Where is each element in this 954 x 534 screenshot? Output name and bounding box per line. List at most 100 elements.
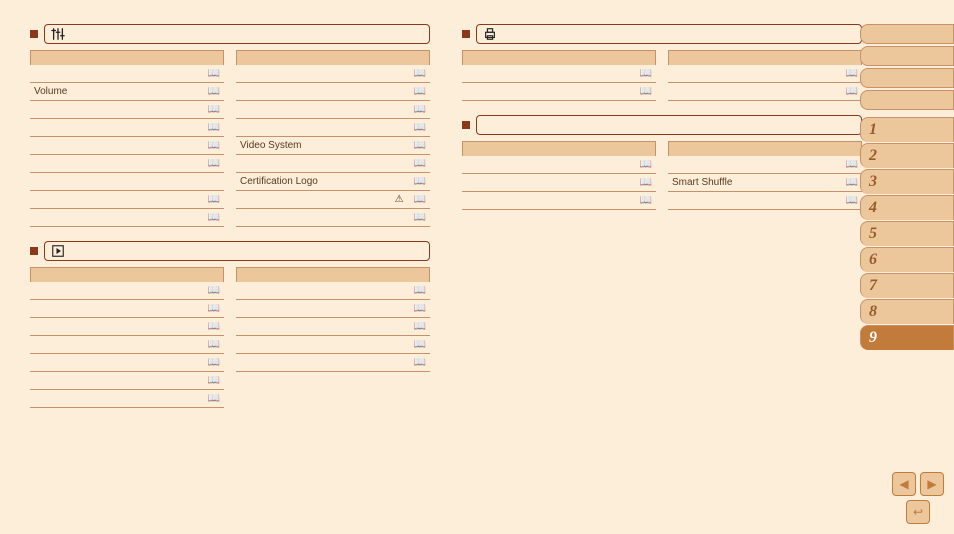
table-row[interactable]: 📖 <box>668 65 862 83</box>
section-tab-print[interactable] <box>476 24 862 44</box>
table-row[interactable]: 📖 <box>30 318 224 336</box>
book-icon: 📖 <box>846 159 858 170</box>
section-other: 📖 📖 📖 📖 Smart Shuffle📖 📖 <box>462 115 862 210</box>
book-icon: 📖 <box>208 357 220 368</box>
book-icon: 📖 <box>208 86 220 97</box>
section-settings: 📖 Volume📖 📖 📖 📖 📖 📖 📖 📖 📖 📖 📖 <box>30 24 430 227</box>
table-row[interactable] <box>30 173 224 191</box>
table-row[interactable]: 📖 <box>462 174 656 192</box>
sidebar-tab-9[interactable]: 9 <box>860 325 954 350</box>
table-row[interactable]: 📖 <box>236 354 430 372</box>
book-icon: 📖 <box>414 104 426 115</box>
prev-page-button[interactable]: ◀ <box>892 472 916 496</box>
book-icon: 📖 <box>414 122 426 133</box>
warn-icon: ⚠ <box>395 194 404 205</box>
book-icon: 📖 <box>208 68 220 79</box>
book-icon: 📖 <box>208 285 220 296</box>
table-row[interactable]: ⚠📖 <box>236 191 430 209</box>
sidebar-tab-2[interactable]: 2 <box>860 143 954 168</box>
table-row[interactable]: 📖 <box>30 209 224 227</box>
table-row[interactable]: 📖 <box>236 318 430 336</box>
book-icon: 📖 <box>208 339 220 350</box>
table-row[interactable]: 📖 <box>236 155 430 173</box>
table-row[interactable]: 📖 <box>30 101 224 119</box>
book-icon: 📖 <box>414 357 426 368</box>
book-icon: 📖 <box>640 177 652 188</box>
sidebar-block[interactable] <box>860 46 954 66</box>
sidebar-tab-8[interactable]: 8 <box>860 299 954 324</box>
sidebar-tab-5[interactable]: 5 <box>860 221 954 246</box>
table-row[interactable]: 📖 <box>30 191 224 209</box>
book-icon: 📖 <box>208 393 220 404</box>
book-icon: 📖 <box>846 177 858 188</box>
table-row[interactable]: 📖 <box>30 300 224 318</box>
col-header <box>236 267 430 282</box>
print-col-left: 📖 📖 <box>462 50 656 101</box>
table-row[interactable]: 📖 <box>30 390 224 408</box>
table-row[interactable]: 📖 <box>236 209 430 227</box>
table-row[interactable]: 📖 <box>30 119 224 137</box>
table-row[interactable]: 📖 <box>30 372 224 390</box>
table-row[interactable]: 📖 <box>668 192 862 210</box>
table-row[interactable]: 📖 <box>668 83 862 101</box>
tools-icon <box>51 27 65 41</box>
section-header-print <box>462 24 862 44</box>
table-row[interactable]: 📖 <box>462 156 656 174</box>
table-row[interactable]: 📖 <box>236 101 430 119</box>
table-row[interactable]: 📖 <box>236 65 430 83</box>
tab-notch <box>462 121 470 129</box>
return-button[interactable]: ↩ <box>906 500 930 524</box>
table-row[interactable]: 📖 <box>236 282 430 300</box>
book-icon: 📖 <box>208 212 220 223</box>
section-tab-settings[interactable] <box>44 24 430 44</box>
table-row[interactable]: Smart Shuffle📖 <box>668 174 862 192</box>
sidebar-tab-4[interactable]: 4 <box>860 195 954 220</box>
book-icon: 📖 <box>208 122 220 133</box>
section-playback: 📖 📖 📖 📖 📖 📖 📖 📖 📖 📖 📖 📖 <box>30 241 430 408</box>
table-row[interactable]: 📖 <box>30 354 224 372</box>
sidebar-tab-6[interactable]: 6 <box>860 247 954 272</box>
sidebar-tab-1[interactable]: 1 <box>860 117 954 142</box>
table-row[interactable]: 📖 <box>30 336 224 354</box>
table-row[interactable]: 📖 <box>30 282 224 300</box>
sidebar-block[interactable] <box>860 90 954 110</box>
col-header <box>236 50 430 65</box>
sidebar-tab-3[interactable]: 3 <box>860 169 954 194</box>
tab-notch <box>462 30 470 38</box>
table-row[interactable]: 📖 <box>668 156 862 174</box>
section-tab-other[interactable] <box>476 115 862 135</box>
book-icon: 📖 <box>208 104 220 115</box>
book-icon: 📖 <box>414 194 426 205</box>
table-row[interactable]: 📖 <box>236 336 430 354</box>
tab-notch <box>30 30 38 38</box>
bottom-nav: ◀ ▶ ↩ <box>892 472 944 524</box>
table-row[interactable]: 📖 <box>30 155 224 173</box>
section-tab-playback[interactable] <box>44 241 430 261</box>
sidebar-tab-7[interactable]: 7 <box>860 273 954 298</box>
table-row[interactable]: Video System📖 <box>236 137 430 155</box>
book-icon: 📖 <box>640 195 652 206</box>
table-row[interactable]: 📖 <box>30 137 224 155</box>
book-icon: 📖 <box>640 159 652 170</box>
playback-col-right: 📖 📖 📖 📖 📖 <box>236 267 430 408</box>
table-row[interactable]: 📖 <box>462 192 656 210</box>
table-row[interactable]: 📖 <box>236 83 430 101</box>
table-row[interactable]: 📖 <box>236 119 430 137</box>
table-row[interactable]: 📖 <box>462 83 656 101</box>
section-print: 📖 📖 📖 📖 <box>462 24 862 101</box>
book-icon: 📖 <box>414 212 426 223</box>
book-icon: 📖 <box>640 86 652 97</box>
sidebar-block[interactable] <box>860 68 954 88</box>
sidebar-block[interactable] <box>860 24 954 44</box>
table-row[interactable]: 📖 <box>462 65 656 83</box>
book-icon: 📖 <box>414 68 426 79</box>
next-page-button[interactable]: ▶ <box>920 472 944 496</box>
book-icon: 📖 <box>414 140 426 151</box>
col-header <box>462 50 656 65</box>
book-icon: 📖 <box>846 195 858 206</box>
table-row[interactable]: Volume📖 <box>30 83 224 101</box>
table-row[interactable]: 📖 <box>236 300 430 318</box>
table-row[interactable]: Certification Logo📖 <box>236 173 430 191</box>
table-row[interactable]: 📖 <box>30 65 224 83</box>
col-header <box>668 141 862 156</box>
